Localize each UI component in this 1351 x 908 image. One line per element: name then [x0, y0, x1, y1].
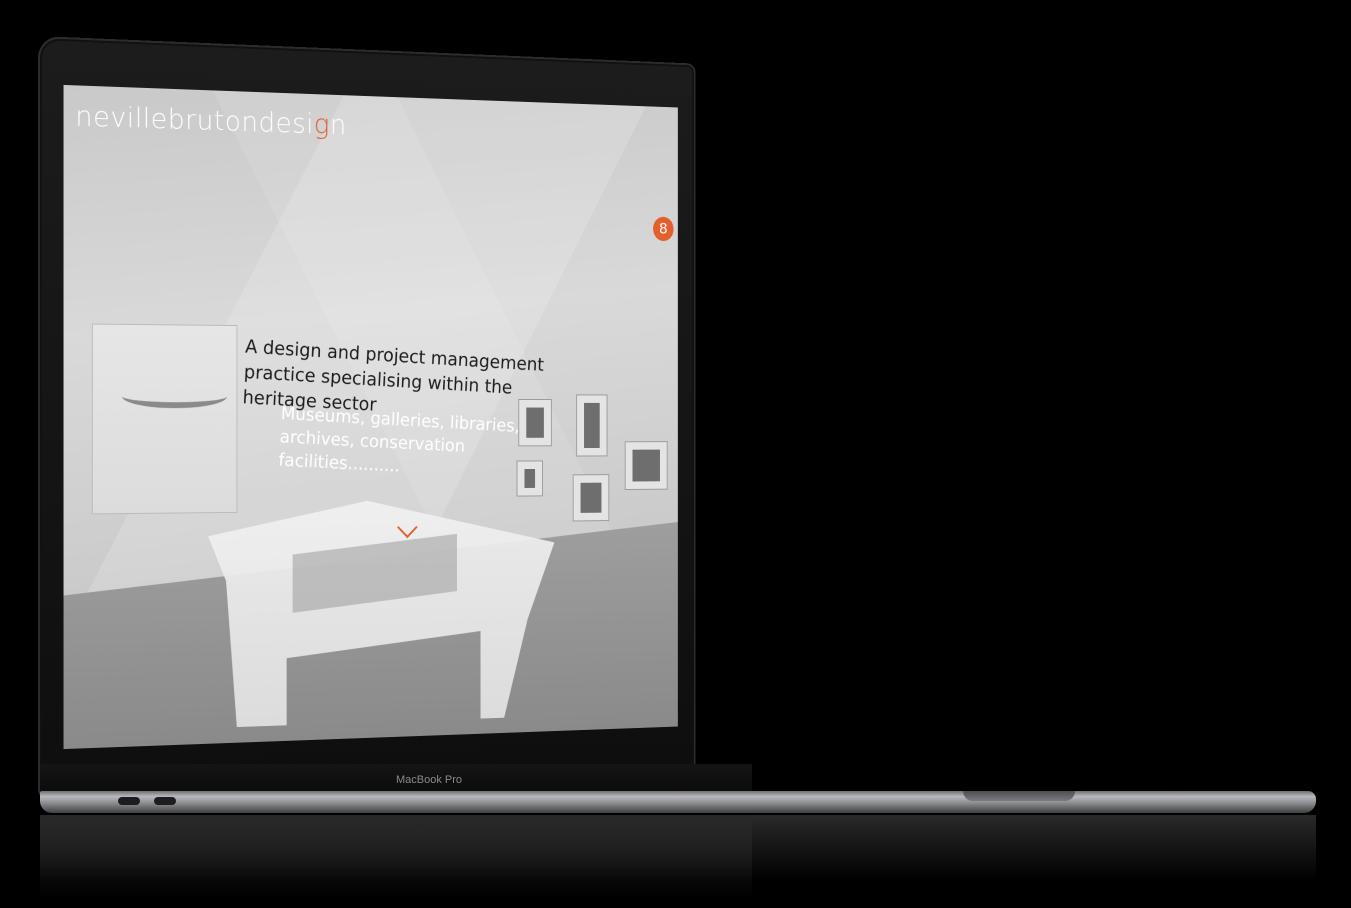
gallery-frame [577, 395, 607, 456]
lid-opening-notch [963, 791, 1075, 801]
device-brand-label: MacBook Pro [396, 774, 463, 786]
website-screen: nevillebrutondesign 8 A design and proje… [63, 84, 678, 750]
laptop-base [40, 791, 1316, 813]
gallery-frame [625, 442, 667, 490]
usb-c-port-icon [118, 797, 140, 805]
usb-c-port-icon [154, 797, 176, 805]
gallery-frame [573, 475, 609, 521]
laptop-lid: nevillebrutondesign 8 A design and proje… [38, 36, 696, 798]
logo-accent-letter: g [313, 107, 330, 141]
lid-reflection [40, 815, 752, 908]
wall-artwork [92, 324, 237, 514]
menu-badge-icon[interactable]: 8 [653, 216, 674, 242]
